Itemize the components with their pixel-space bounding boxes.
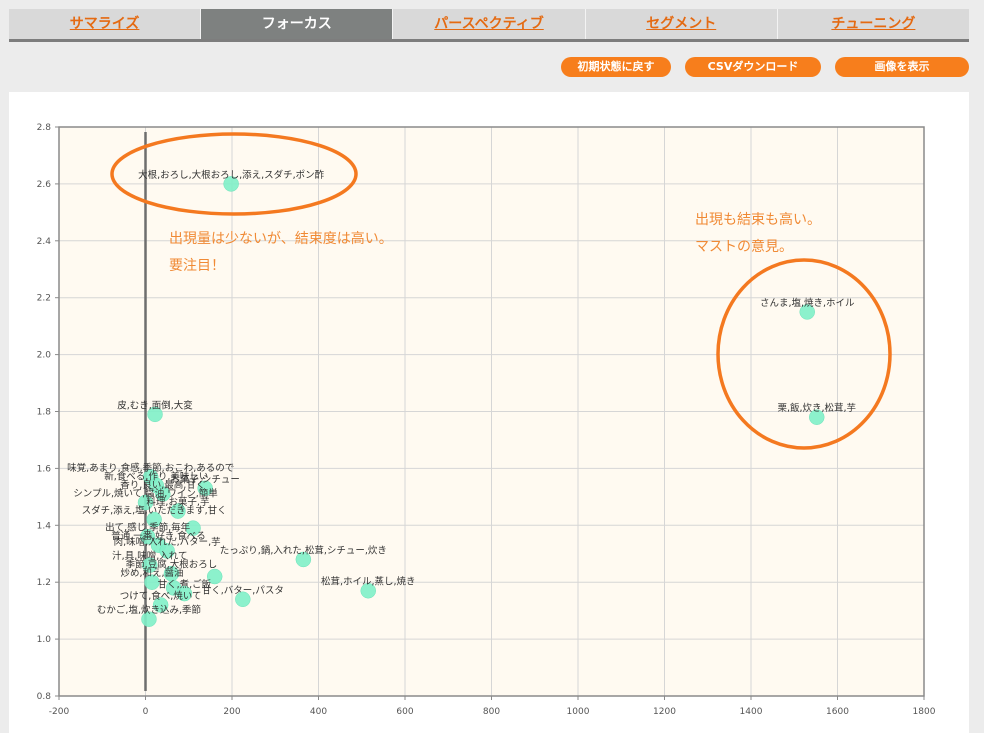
point-label: 皮,むき,面倒,大変 bbox=[117, 399, 193, 411]
x-tick-label: 400 bbox=[310, 707, 327, 717]
point-label: 松茸,ホイル,蒸し,焼き bbox=[321, 576, 416, 588]
tab-tuning[interactable]: チューニング bbox=[778, 9, 969, 39]
y-tick-label: 1.2 bbox=[37, 578, 51, 588]
y-tick-label: 0.8 bbox=[37, 692, 52, 702]
x-tick-label: 1000 bbox=[567, 707, 590, 717]
y-tick-label: 1.4 bbox=[37, 521, 52, 531]
point-label: むかご,塩,炊き込み,季節 bbox=[97, 604, 202, 616]
y-tick-label: 2.2 bbox=[37, 294, 51, 304]
point-label: たっぷり,鍋,入れた,松茸,シチュー,炊き bbox=[220, 544, 387, 556]
point-label: 甘く,バター,パスタ bbox=[202, 584, 284, 596]
y-tick-label: 1.0 bbox=[37, 635, 52, 645]
point-label: 炒め,和え,醤油 bbox=[120, 567, 183, 579]
y-tick-label: 2.0 bbox=[37, 351, 52, 361]
x-tick-label: 1600 bbox=[826, 707, 849, 717]
x-tick-label: -200 bbox=[49, 707, 70, 717]
annotation-right: 出現も結束も高い。 マストの意見。 bbox=[695, 207, 821, 261]
point-label: 肉,味噌,入れた,バター,芋 bbox=[114, 536, 221, 548]
x-tick-label: 200 bbox=[223, 707, 240, 717]
annotation-left-line1: 出現量は少ないが、結束度は高い。 bbox=[169, 231, 393, 247]
chart-panel: -200 0 200 400 600 800 1000 1200 1400 1600 1800 0.8… bbox=[9, 92, 969, 733]
x-tick-label: 600 bbox=[396, 707, 413, 717]
toolbar: 初期状態に戻す CSVダウンロード 画像を表示 bbox=[561, 57, 969, 77]
tab-perspective[interactable]: パースペクティブ bbox=[393, 9, 586, 39]
point-label: つけて,食べ,焼いて bbox=[120, 590, 202, 602]
y-tick-label: 2.4 bbox=[37, 237, 52, 247]
annotation-left-line2: 要注目！ bbox=[169, 258, 225, 274]
y-tick-label: 2.6 bbox=[37, 180, 52, 190]
x-tick-label: 1800 bbox=[913, 707, 936, 717]
tab-focus[interactable]: フォーカス bbox=[201, 9, 394, 39]
point-label: 大根,おろし,大根おろし,添え,スダチ,ポン酢 bbox=[138, 169, 325, 181]
annotation-right-line2: マストの意見。 bbox=[695, 239, 793, 255]
tab-summarize[interactable]: サマライズ bbox=[9, 9, 202, 39]
x-tick-label: 800 bbox=[483, 707, 500, 717]
x-tick-label: 0 bbox=[143, 707, 149, 717]
point-label: 甘く,煮,ご飯 bbox=[158, 579, 212, 591]
x-tick-label: 1400 bbox=[740, 707, 763, 717]
point-label: スダチ,添え,塩,いただきます,甘く bbox=[82, 505, 227, 517]
annotation-right-line1: 出現も結束も高い。 bbox=[695, 212, 821, 228]
show-image-button[interactable]: 画像を表示 bbox=[835, 57, 969, 77]
y-tick-label: 2.8 bbox=[37, 123, 52, 133]
tab-bar: サマライズ フォーカス パースペクティブ セグメント チューニング bbox=[9, 9, 969, 42]
y-tick-label: 1.6 bbox=[37, 464, 52, 474]
point-label: 栗,飯,炊き,松茸,芋 bbox=[777, 402, 856, 414]
point-label: さんま,塩,焼き,ホイル bbox=[760, 297, 855, 309]
annotation-left: 出現量は少ないが、結束度は高い。 要注目！ bbox=[169, 226, 393, 280]
x-tick-label: 1200 bbox=[653, 707, 676, 717]
reset-button[interactable]: 初期状態に戻す bbox=[561, 57, 671, 77]
tab-segment[interactable]: セグメント bbox=[586, 9, 778, 39]
scatter-chart: -200 0 200 400 600 800 1000 1200 1400 1600 1800 0.8… bbox=[37, 123, 936, 717]
csv-download-button[interactable]: CSVダウンロード bbox=[685, 57, 821, 77]
y-tick-label: 1.8 bbox=[37, 408, 52, 418]
